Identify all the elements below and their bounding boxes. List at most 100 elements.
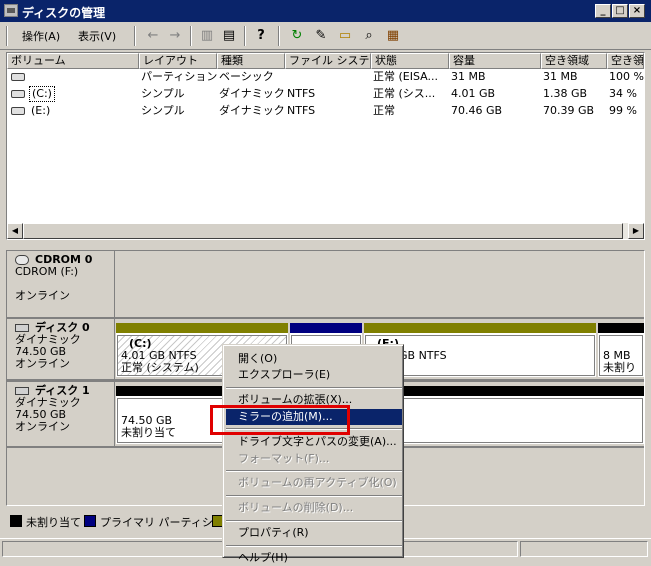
cell-volume[interactable]: (E:) xyxy=(31,103,50,119)
search-icon[interactable]: ⌕ xyxy=(360,27,378,45)
cell-filesystem[interactable]: NTFS xyxy=(287,103,315,119)
refresh-icon[interactable]: ↻ xyxy=(288,27,306,45)
disk-icon xyxy=(15,324,29,332)
cdrom-type: CDROM (F:) xyxy=(15,265,79,278)
menu-change-drive-letter[interactable]: ドライブ文字とパスの変更(A)... xyxy=(226,434,402,450)
cell-volume[interactable]: (C:) xyxy=(29,86,55,102)
menu-separator xyxy=(226,545,402,547)
menu-help[interactable]: ヘルプ(H) xyxy=(226,550,402,566)
cell-capacity[interactable]: 70.46 GB xyxy=(451,103,502,119)
cell-free-percent[interactable]: 100 % xyxy=(609,69,644,85)
window-title: ディスクの管理 xyxy=(22,6,106,20)
close-button[interactable]: × xyxy=(629,4,645,18)
legend-unallocated: 未割り当て xyxy=(26,516,81,529)
legend-primary-swatch xyxy=(84,515,96,527)
disk1-label[interactable]: ディスク 1 ダイナミック 74.50 GB オンライン xyxy=(7,382,115,446)
maximize-button[interactable]: □ xyxy=(612,4,628,18)
menu-properties[interactable]: プロパティ(R) xyxy=(226,525,402,541)
cdrom-row[interactable]: CDROM 0 CDROM (F:) オンライン xyxy=(7,251,644,317)
column-header-capacity[interactable]: 容量 xyxy=(449,53,541,69)
pane-splitter[interactable] xyxy=(0,242,651,250)
configure-icon[interactable]: ▦ xyxy=(384,27,402,45)
volume-list[interactable]: ボリューム レイアウト 種類 ファイル システ... 状態 容量 空き領域 空き… xyxy=(6,52,645,240)
menu-separator xyxy=(226,495,402,497)
properties-icon[interactable]: ▤ xyxy=(220,27,238,45)
menu-action[interactable]: 操作(A) xyxy=(22,28,60,44)
legend-unallocated-swatch xyxy=(10,515,22,527)
cell-free-space[interactable]: 31 MB xyxy=(543,69,578,85)
context-menu: 開く(O) エクスプローラ(E) ボリュームの拡張(X)... ミラーの追加(M… xyxy=(222,344,404,564)
title-bar: ディスクの管理 _ □ × xyxy=(0,0,651,22)
toolbar-separator xyxy=(134,26,136,46)
column-header-volume[interactable]: ボリューム xyxy=(7,53,139,69)
cell-free-percent[interactable]: 34 % xyxy=(609,86,637,102)
unallocated-bar xyxy=(598,323,644,333)
cell-status[interactable]: 正常 (EISA... xyxy=(373,69,449,85)
scrollbar-thumb[interactable] xyxy=(23,223,623,239)
menu-reactivate-volume: ボリュームの再アクティブ化(O) xyxy=(238,476,397,489)
disk-icon xyxy=(15,387,29,395)
column-header-filesystem[interactable]: ファイル システ... xyxy=(285,53,371,69)
menu-delete-volume: ボリュームの削除(D)... xyxy=(238,501,354,514)
partition-unallocated[interactable]: 8 MB 未割り xyxy=(598,323,644,377)
cdrom-icon xyxy=(15,255,29,265)
cell-type[interactable]: ダイナミック xyxy=(219,103,285,119)
cell-layout[interactable]: シンプル xyxy=(141,103,185,119)
toolbar-separator xyxy=(244,26,246,46)
cell-layout[interactable]: パーティション xyxy=(141,69,217,85)
volume-icon xyxy=(11,107,25,115)
volume-icon xyxy=(11,90,25,98)
disk1-status: オンライン xyxy=(15,420,70,433)
menu-explorer[interactable]: エクスプローラ(E) xyxy=(226,367,402,383)
cell-capacity[interactable]: 4.01 GB xyxy=(451,86,495,102)
disk0-status: オンライン xyxy=(15,357,70,370)
cell-layout[interactable]: シンプル xyxy=(141,86,185,102)
partition-unallocated-body[interactable]: 8 MB 未割り xyxy=(599,335,643,376)
cell-status[interactable]: 正常 (シス... xyxy=(373,86,449,102)
disk0-label[interactable]: ディスク 0 ダイナミック 74.50 GB オンライン xyxy=(7,319,115,379)
column-header-status[interactable]: 状態 xyxy=(371,53,449,69)
back-arrow-icon[interactable]: ← xyxy=(144,27,162,45)
menu-open[interactable]: 開く(O) xyxy=(226,351,402,367)
cell-free-space[interactable]: 70.39 GB xyxy=(543,103,594,119)
status-panel xyxy=(520,541,648,557)
scroll-left-icon[interactable]: ◀ xyxy=(7,223,23,239)
primary-partition-bar xyxy=(290,323,362,333)
open-folder-icon[interactable]: ▭ xyxy=(336,27,354,45)
simple-volume-bar xyxy=(364,323,596,333)
column-header-free-percent[interactable]: 空き領 xyxy=(607,53,644,69)
column-header-type[interactable]: 種類 xyxy=(217,53,285,69)
cdrom-label[interactable]: CDROM 0 CDROM (F:) オンライン xyxy=(7,251,115,317)
cell-status[interactable]: 正常 xyxy=(373,103,449,119)
forward-arrow-icon[interactable]: → xyxy=(166,27,184,45)
menu-toolbar: 操作(A) 表示(V) ← → ▥ ▤ ? ↻ ✎ ▭ ⌕ ▦ xyxy=(0,22,651,50)
menu-view[interactable]: 表示(V) xyxy=(78,28,116,44)
menu-format: フォーマット(F)... xyxy=(238,452,330,465)
horizontal-scrollbar[interactable]: ◀ ▶ xyxy=(7,223,644,239)
tree-toggle-icon[interactable]: ▥ xyxy=(198,27,216,45)
simple-volume-bar xyxy=(116,323,288,333)
menu-separator xyxy=(226,520,402,522)
column-header-layout[interactable]: レイアウト xyxy=(139,53,217,69)
cdrom-status: オンライン xyxy=(15,289,70,302)
help-icon[interactable]: ? xyxy=(252,27,270,45)
cell-type[interactable]: ベーシック xyxy=(219,69,274,85)
cell-free-percent[interactable]: 99 % xyxy=(609,103,637,119)
volume-icon xyxy=(11,73,25,81)
disk-management-app-icon xyxy=(4,4,18,17)
toolbar-separator xyxy=(190,26,192,46)
cell-type[interactable]: ダイナミック xyxy=(219,86,285,102)
minimize-button[interactable]: _ xyxy=(595,4,611,18)
column-header-free-space[interactable]: 空き領域 xyxy=(541,53,607,69)
partition-unallocated-status: 未割り xyxy=(603,361,636,374)
scroll-right-icon[interactable]: ▶ xyxy=(628,223,644,239)
menu-separator xyxy=(226,387,402,389)
toolbar-separator xyxy=(278,26,280,46)
menu-separator xyxy=(226,470,402,472)
toolbar-grip xyxy=(6,26,8,46)
cell-free-space[interactable]: 1.38 GB xyxy=(543,86,587,102)
rescan-disks-icon[interactable]: ✎ xyxy=(312,27,330,45)
highlight-annotation-box xyxy=(210,405,350,435)
cell-filesystem[interactable]: NTFS xyxy=(287,86,315,102)
cell-capacity[interactable]: 31 MB xyxy=(451,69,486,85)
